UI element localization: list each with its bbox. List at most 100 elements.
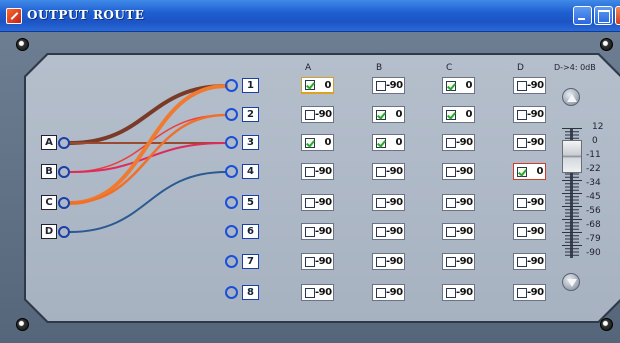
gain-cell-3-a[interactable]: 0: [301, 134, 334, 151]
output-node-2[interactable]: [225, 108, 238, 121]
gain-cell-6-c[interactable]: -90: [442, 223, 475, 240]
route-checkbox[interactable]: [517, 256, 527, 267]
gain-value: -90: [527, 137, 544, 148]
route-checkbox[interactable]: [376, 256, 386, 267]
route-checkbox[interactable]: [376, 166, 386, 177]
gain-cell-6-d[interactable]: -90: [513, 223, 546, 240]
route-checkbox[interactable]: [517, 137, 527, 148]
gain-cell-1-b[interactable]: -90: [372, 77, 405, 94]
route-checkbox[interactable]: [446, 137, 456, 148]
gain-value: -90: [386, 226, 403, 237]
gain-cell-3-d[interactable]: -90: [513, 134, 546, 151]
gain-value: -90: [386, 197, 403, 208]
input-node-d[interactable]: [58, 226, 70, 238]
gain-cell-5-c[interactable]: -90: [442, 194, 475, 211]
gain-cell-1-d[interactable]: -90: [513, 77, 546, 94]
fader-thumb[interactable]: [562, 140, 582, 174]
gain-cell-1-c[interactable]: 0: [442, 77, 475, 94]
route-checkbox[interactable]: [446, 287, 456, 298]
input-node-c[interactable]: [58, 197, 70, 209]
route-checkbox[interactable]: [446, 226, 456, 237]
window-title: OUTPUT ROUTE: [27, 8, 145, 22]
route-checkbox[interactable]: [446, 256, 456, 267]
gain-cell-6-b[interactable]: -90: [372, 223, 405, 240]
route-checkbox[interactable]: [517, 287, 527, 298]
gain-value: -90: [386, 287, 403, 298]
gain-cell-8-b[interactable]: -90: [372, 284, 405, 301]
output-node-4[interactable]: [225, 165, 238, 178]
screw-icon: [16, 38, 29, 51]
route-checkbox[interactable]: [446, 197, 456, 208]
gain-cell-3-c[interactable]: -90: [442, 134, 475, 151]
route-checkbox[interactable]: [376, 109, 386, 120]
route-checkbox[interactable]: [376, 226, 386, 237]
gain-value: 0: [324, 79, 332, 91]
fader-scale-label: -68: [586, 220, 601, 230]
gain-value: -90: [315, 197, 332, 208]
input-node-b[interactable]: [58, 166, 70, 178]
output-node-6[interactable]: [225, 225, 238, 238]
output-node-8[interactable]: [225, 286, 238, 299]
gain-cell-1-a[interactable]: 0: [301, 77, 334, 94]
maximize-button[interactable]: [594, 6, 613, 25]
route-checkbox[interactable]: [376, 197, 386, 208]
output-label-4: 4: [242, 164, 259, 179]
gain-cell-4-d[interactable]: 0: [513, 163, 546, 180]
gain-cell-7-c[interactable]: -90: [442, 253, 475, 270]
route-checkbox[interactable]: [376, 287, 386, 298]
fader-up-button[interactable]: [562, 88, 580, 106]
route-checkbox[interactable]: [446, 166, 456, 177]
route-checkbox[interactable]: [376, 137, 386, 148]
gain-cell-5-d[interactable]: -90: [513, 194, 546, 211]
minimize-button[interactable]: [573, 6, 592, 25]
route-checkbox[interactable]: [305, 287, 315, 298]
output-node-3[interactable]: [225, 136, 238, 149]
gain-cell-6-a[interactable]: -90: [301, 223, 334, 240]
gain-cell-2-d[interactable]: -90: [513, 106, 546, 123]
output-node-1[interactable]: [225, 79, 238, 92]
screw-icon: [600, 38, 613, 51]
route-checkbox[interactable]: [305, 109, 315, 120]
gain-value: -90: [527, 197, 544, 208]
gain-value: -90: [386, 256, 403, 267]
route-checkbox[interactable]: [517, 226, 527, 237]
route-checkbox[interactable]: [305, 256, 315, 267]
gain-cell-5-b[interactable]: -90: [372, 194, 405, 211]
route-checkbox[interactable]: [305, 137, 315, 148]
gain-cell-7-d[interactable]: -90: [513, 253, 546, 270]
gain-value: -90: [527, 256, 544, 267]
route-checkbox[interactable]: [305, 80, 315, 90]
gain-cell-7-a[interactable]: -90: [301, 253, 334, 270]
route-checkbox[interactable]: [376, 80, 386, 91]
gain-cell-2-b[interactable]: 0: [372, 106, 405, 123]
route-checkbox[interactable]: [446, 109, 456, 120]
gain-cell-4-c[interactable]: -90: [442, 163, 475, 180]
gain-cell-3-b[interactable]: 0: [372, 134, 405, 151]
gain-cell-2-c[interactable]: 0: [442, 106, 475, 123]
gain-cell-7-b[interactable]: -90: [372, 253, 405, 270]
output-node-5[interactable]: [225, 196, 238, 209]
gain-cell-4-b[interactable]: -90: [372, 163, 405, 180]
gain-value: -90: [315, 166, 332, 177]
input-label-a: A: [41, 135, 57, 150]
route-checkbox[interactable]: [446, 80, 456, 91]
output-node-7[interactable]: [225, 255, 238, 268]
gain-cell-8-a[interactable]: -90: [301, 284, 334, 301]
gain-cell-8-c[interactable]: -90: [442, 284, 475, 301]
output-label-6: 6: [242, 224, 259, 239]
gain-cell-8-d[interactable]: -90: [513, 284, 546, 301]
route-checkbox[interactable]: [517, 109, 527, 120]
gain-cell-4-a[interactable]: -90: [301, 163, 334, 180]
route-checkbox[interactable]: [517, 166, 527, 177]
gain-cell-5-a[interactable]: -90: [301, 194, 334, 211]
route-checkbox[interactable]: [305, 197, 315, 208]
input-node-a[interactable]: [58, 137, 70, 149]
gain-cell-2-a[interactable]: -90: [301, 106, 334, 123]
gain-value: -90: [456, 256, 473, 267]
close-button[interactable]: [615, 6, 620, 25]
route-checkbox[interactable]: [517, 80, 527, 91]
fader-down-button[interactable]: [562, 273, 580, 291]
route-checkbox[interactable]: [517, 197, 527, 208]
route-checkbox[interactable]: [305, 166, 315, 177]
route-checkbox[interactable]: [305, 226, 315, 237]
